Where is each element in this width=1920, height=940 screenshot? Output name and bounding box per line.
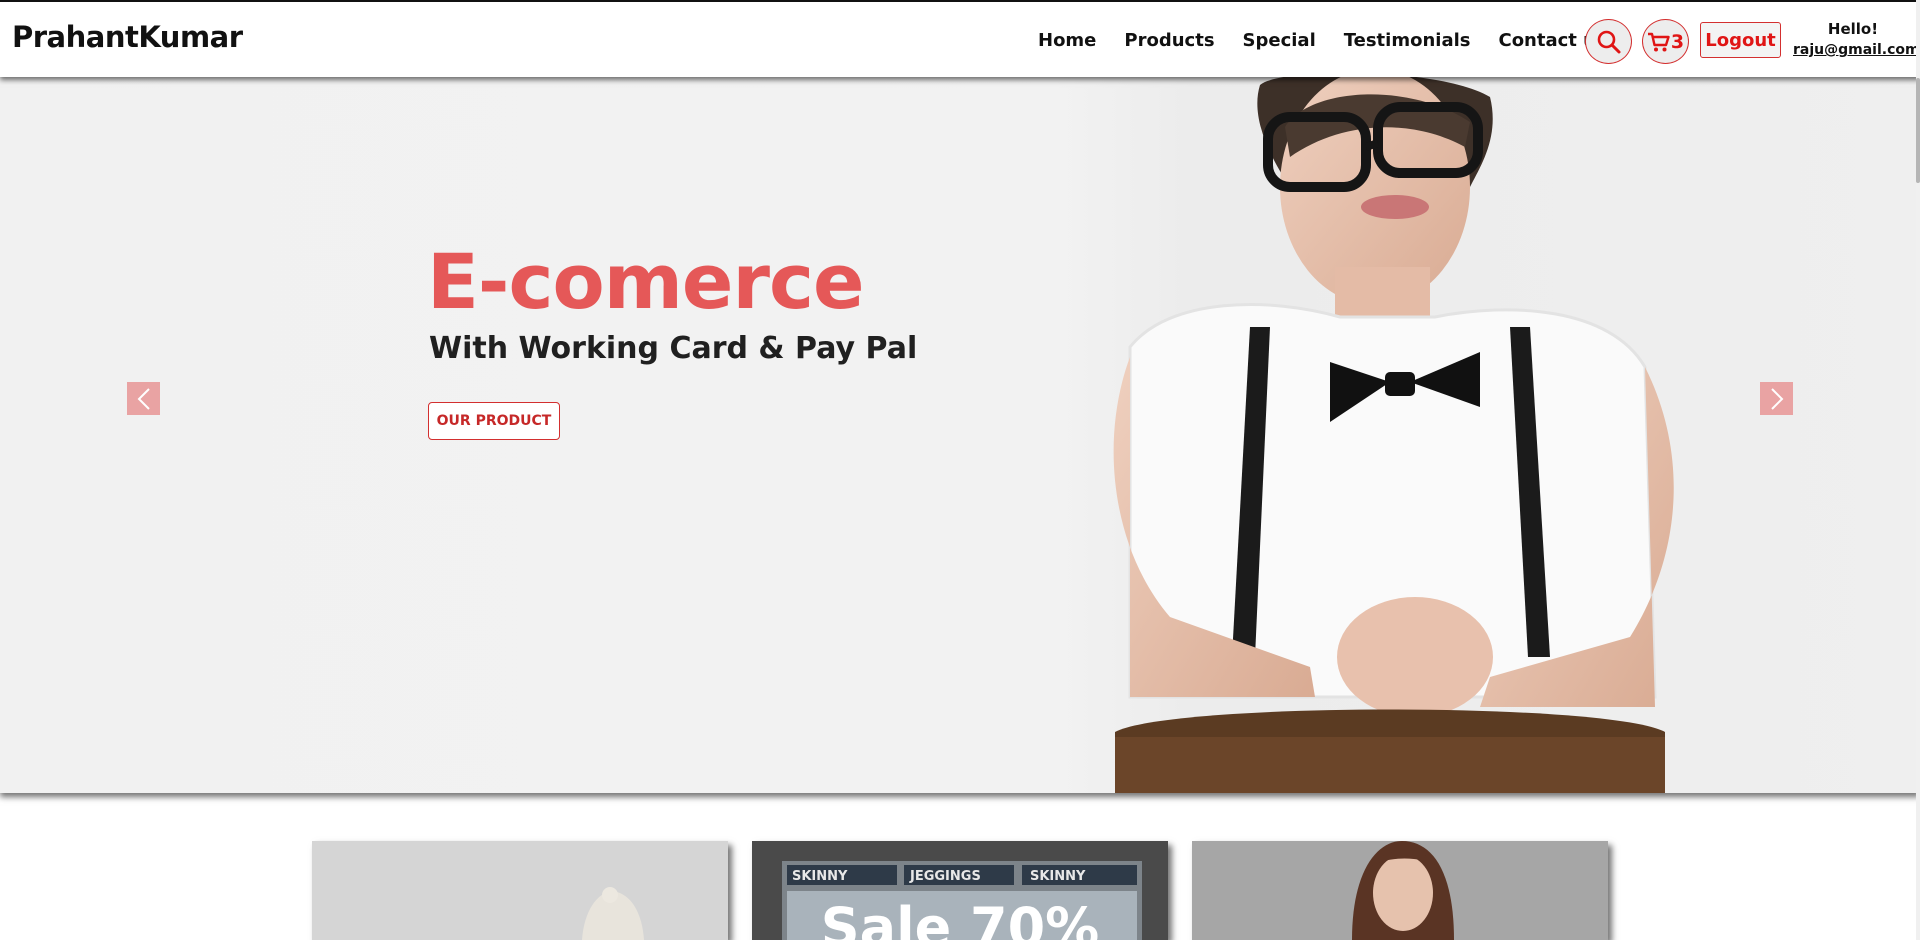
nav-testimonials[interactable]: Testimonials [1344,30,1471,51]
card-image-hat [312,841,728,940]
search-button[interactable] [1585,19,1632,64]
chevron-left-icon [137,387,150,410]
cart-icon [1647,32,1670,51]
greeting-text: Hello! [1827,20,1879,38]
nav-special[interactable]: Special [1243,30,1316,51]
site-header: PrahantKumar Home Products Special Testi… [0,0,1920,77]
category-card-accessories[interactable] [312,841,728,940]
carousel-next-button[interactable] [1760,382,1793,415]
shelf-label: SKINNY [1030,869,1086,884]
brand-logo[interactable]: PrahantKumar [12,20,243,54]
chevron-right-icon [1770,387,1783,410]
carousel-prev-button[interactable] [127,382,160,415]
nav-home[interactable]: Home [1038,30,1096,51]
cart-button[interactable]: 3 [1642,19,1689,64]
category-card-women[interactable] [1192,841,1608,940]
cart-count-badge: 3 [1670,30,1685,53]
user-greeting: Hello! raju@gmail.com [1793,20,1920,58]
shelf-label: SKINNY [792,869,848,884]
page-scrollbar[interactable] [1916,0,1920,940]
main-nav: Home Products Special Testimonials Conta… [1038,30,1607,51]
card-image-woman [1192,841,1608,940]
shelf-label: JEGGINGS [910,869,981,884]
hero-model-image [1113,77,1674,793]
sale-banner-text: Sale 70% [820,896,1100,940]
category-card-sale[interactable]: SKINNY JEGGINGS SKINNY Sale 70% [752,841,1168,940]
scrollbar-thumb[interactable] [1916,78,1920,183]
user-email-link[interactable]: raju@gmail.com [1793,42,1920,58]
hero-title: E-comerce [427,237,865,326]
hero-subtitle: With Working Card & Pay Pal [429,331,918,366]
our-product-button[interactable]: OUR PRODUCT [428,402,560,440]
hero-carousel: E-comerce With Working Card & Pay Pal OU… [0,77,1920,793]
search-icon [1597,30,1620,53]
logout-button[interactable]: Logout [1700,22,1781,58]
nav-products[interactable]: Products [1124,30,1214,51]
